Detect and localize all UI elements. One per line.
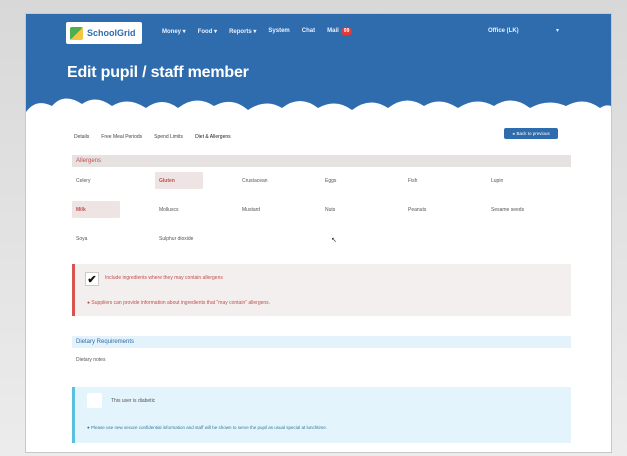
checkmark-icon: ✔ bbox=[87, 273, 97, 286]
allergen-molluscs[interactable]: Molluscs bbox=[155, 201, 203, 218]
dietary-header: Dietary Requirements bbox=[72, 336, 571, 348]
nav-item-reports[interactable]: Reports ▾ bbox=[229, 28, 256, 35]
nav-item-chat[interactable]: Chat bbox=[302, 28, 315, 35]
chevron-down-icon[interactable]: ▾ bbox=[556, 27, 559, 34]
mail-badge: 99 bbox=[340, 28, 353, 35]
edit-tabs: Details Free Meal Periods Spend Limits D… bbox=[74, 134, 231, 142]
allergen-mustard[interactable]: Mustard bbox=[238, 201, 286, 218]
allergen-eggs[interactable]: Eggs bbox=[321, 172, 369, 189]
allergen-soya[interactable]: Soya bbox=[72, 230, 120, 247]
back-button[interactable]: ◂ Back to previous bbox=[504, 128, 558, 139]
arrow-left-icon: ◂ bbox=[512, 130, 515, 136]
back-button-label: Back to previous bbox=[516, 131, 550, 136]
office-selector[interactable]: Office (LK) bbox=[488, 28, 519, 34]
browser-screen: SchoolGrid Money ▾ Food ▾ Reports ▾ Syst… bbox=[26, 14, 611, 452]
logo-text: SchoolGrid bbox=[87, 28, 136, 38]
nav-item-money[interactable]: Money ▾ bbox=[162, 28, 186, 35]
tab-free-meal-periods[interactable]: Free Meal Periods bbox=[101, 134, 142, 142]
nav-item-system[interactable]: System bbox=[268, 28, 289, 35]
allergens-header: Allergens bbox=[72, 155, 571, 167]
diabetic-info-box: This user is diabetic ● Please use new s… bbox=[72, 387, 571, 443]
allergen-celery[interactable]: Celery bbox=[72, 172, 120, 189]
diabetic-note: ● Please use new secure confidential inf… bbox=[87, 425, 327, 430]
nav-item-mail[interactable]: Mail 99 bbox=[327, 28, 353, 35]
allergen-sesame-seeds[interactable]: Sesame seeds bbox=[487, 201, 547, 218]
allergen-sulphur-dioxide[interactable]: Sulphur dioxide bbox=[155, 230, 215, 247]
allergen-fish[interactable]: Fish bbox=[404, 172, 452, 189]
allergen-warning-box: ✔ Include ingredients where they may con… bbox=[72, 264, 571, 316]
allergen-gluten[interactable]: Gluten bbox=[155, 172, 203, 189]
allergen-nuts[interactable]: Nuts bbox=[321, 201, 369, 218]
page-title: Edit pupil / staff member bbox=[67, 64, 249, 81]
info-icon: ● bbox=[87, 425, 90, 430]
warning-icon: ● bbox=[87, 300, 91, 306]
logo-icon bbox=[70, 26, 83, 40]
allergen-milk[interactable]: Milk bbox=[72, 201, 120, 218]
include-ingredients-label: Include ingredients where they may conta… bbox=[105, 275, 223, 281]
allergen-peanuts[interactable]: Peanuts bbox=[404, 201, 452, 218]
diabetic-note-text: Please use new secure confidential infor… bbox=[90, 425, 328, 430]
include-ingredients-checkbox[interactable]: ✔ bbox=[85, 272, 99, 286]
allergen-note-text: Suppliers can provide information about … bbox=[91, 300, 271, 306]
cloud-divider bbox=[26, 98, 611, 130]
main-nav: Money ▾ Food ▾ Reports ▾ System Chat Mai… bbox=[162, 28, 353, 35]
diabetic-checkbox[interactable] bbox=[87, 393, 102, 408]
nav-item-food[interactable]: Food ▾ bbox=[198, 28, 217, 35]
tab-diet-allergens[interactable]: Diet & Allergens bbox=[195, 134, 231, 142]
diabetic-label: This user is diabetic bbox=[111, 398, 156, 404]
dietary-notes-label: Dietary notes bbox=[76, 357, 106, 363]
allergen-crustacean[interactable]: Crustacean bbox=[238, 172, 286, 189]
logo[interactable]: SchoolGrid bbox=[66, 22, 142, 44]
mouse-cursor-icon: ↖ bbox=[331, 237, 337, 244]
tab-spend-limits[interactable]: Spend Limits bbox=[154, 134, 183, 142]
allergen-lupin[interactable]: Lupin bbox=[487, 172, 535, 189]
top-navigation-bar: SchoolGrid Money ▾ Food ▾ Reports ▾ Syst… bbox=[26, 22, 611, 46]
tab-details[interactable]: Details bbox=[74, 134, 89, 142]
allergen-note: ● Suppliers can provide information abou… bbox=[87, 300, 270, 306]
